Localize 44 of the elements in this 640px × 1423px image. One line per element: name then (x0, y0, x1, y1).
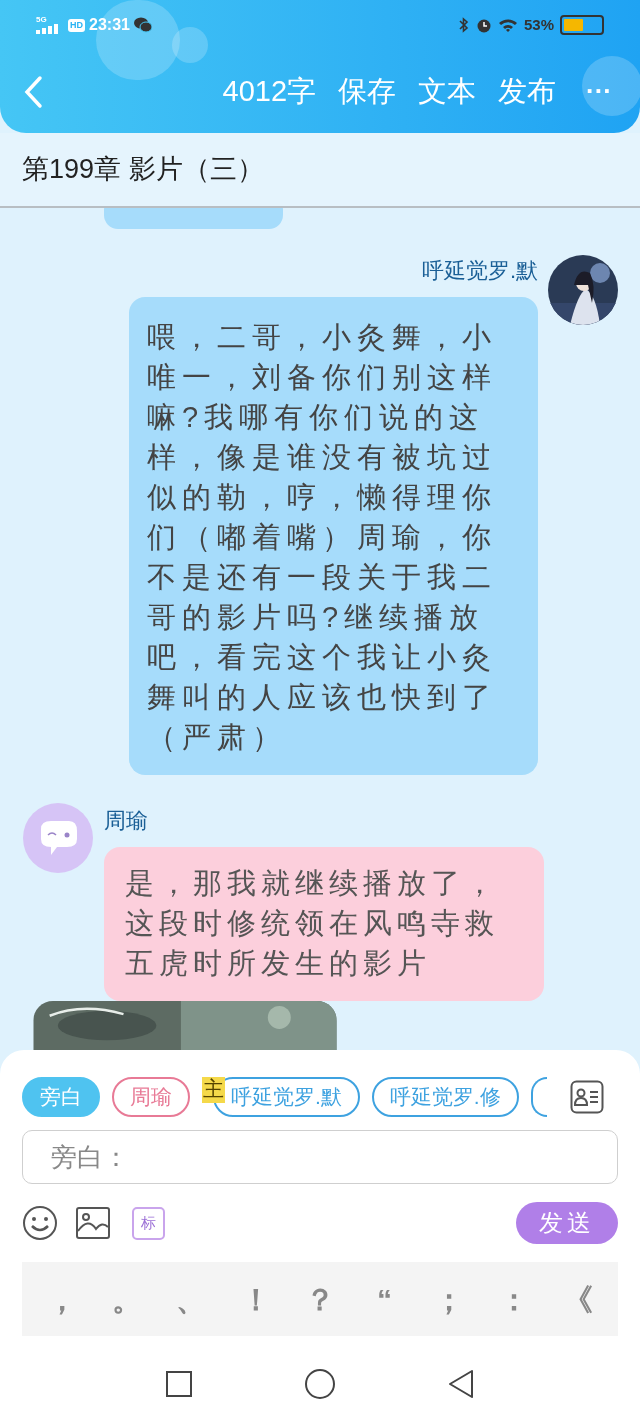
message-bubble: 是，那我就继续播放了，这段时修统领在风鸣寺救五虎时所发生的影片 (104, 846, 544, 1001)
alarm-icon (475, 17, 492, 33)
role-chip[interactable]: 呼延觉罗.修 (371, 1077, 519, 1117)
header-action[interactable]: 文本 (418, 69, 476, 114)
more-button[interactable]: ··· (586, 72, 612, 111)
punctuation-key[interactable]: 。 (106, 1276, 147, 1322)
tag-button[interactable]: 标 (132, 1206, 165, 1240)
contact-card-icon[interactable] (570, 1080, 604, 1114)
header-action[interactable]: 保存 (338, 69, 396, 114)
image-icon[interactable] (76, 1207, 110, 1239)
punctuation-key[interactable]: ； (429, 1276, 469, 1322)
emoji-icon[interactable] (22, 1205, 58, 1241)
send-button[interactable]: 发送 (516, 1202, 618, 1244)
network-type: 5G (36, 16, 47, 24)
role-chip[interactable] (530, 1077, 547, 1117)
battery-percent: 53% (523, 14, 554, 35)
hd-badge: HD (68, 18, 85, 32)
punctuation-key[interactable]: 、 (171, 1276, 211, 1322)
avatar-icon (23, 802, 93, 873)
battery-icon (560, 15, 604, 35)
chat-app-icon (133, 17, 152, 33)
decor-bubble (582, 56, 640, 116)
punctuation-key[interactable]: ！ (235, 1276, 276, 1322)
lead-badge: 主 (202, 1077, 225, 1103)
sender-name: 周瑜 (104, 806, 148, 835)
text-input[interactable]: 旁白： (22, 1130, 618, 1184)
punctuation-key[interactable]: ？ (300, 1276, 340, 1322)
header-action[interactable]: 发布 (498, 69, 556, 114)
role-chip[interactable]: 旁白 (22, 1077, 100, 1117)
word-count: 4012字 (222, 73, 316, 109)
chapter-title: 第199章 影片（三） (22, 153, 264, 187)
wifi-icon (497, 17, 518, 33)
role-chip[interactable]: 周瑜 (112, 1077, 190, 1117)
back-nav-icon[interactable] (446, 1369, 475, 1399)
punctuation-key[interactable]: “ (364, 1276, 405, 1322)
sender-name: 呼延觉罗.默 (421, 256, 538, 285)
punctuation-key[interactable]: ， (42, 1276, 82, 1322)
recents-icon[interactable] (165, 1370, 194, 1398)
bluetooth-icon (457, 17, 470, 33)
punctuation-key[interactable]: 《 (558, 1276, 598, 1322)
home-icon[interactable] (304, 1368, 336, 1400)
punctuation-key[interactable]: ： (493, 1276, 534, 1322)
clock-time: 23:31 (89, 15, 130, 35)
message-bubble: 喂，二哥，小灸舞，小唯一，刘备你们别这样嘛?我哪有你们说的这样，像是谁没有被坑过似的勒，哼，懒得理你们（嘟着嘴）周瑜，你不是还有一段关于我二哥的影片吗?继续播放吧，看完这个我让小灸舞叫的人应该也快到了（严肃） (129, 296, 538, 775)
